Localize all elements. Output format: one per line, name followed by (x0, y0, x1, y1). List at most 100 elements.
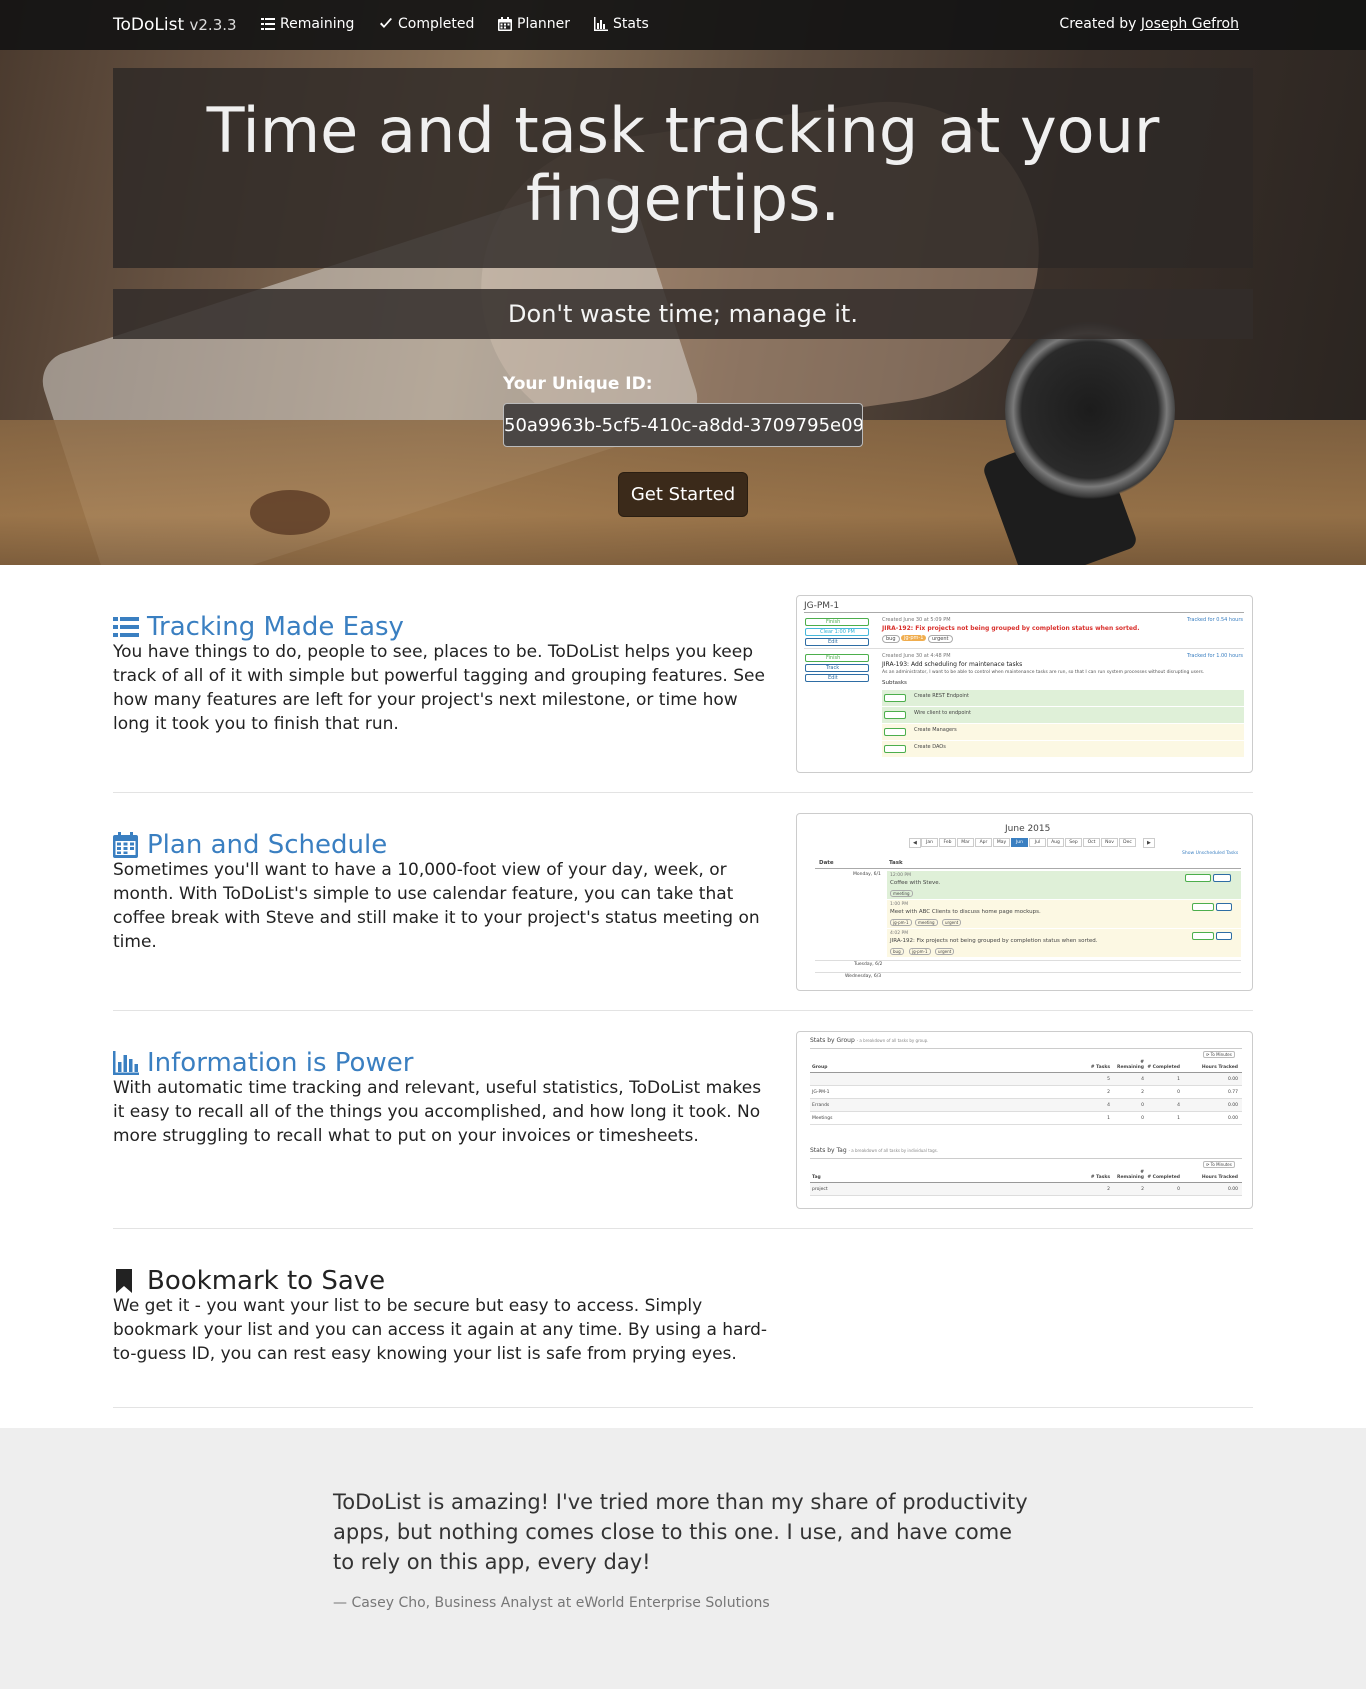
shot-day1: Monday, 6/1 (853, 872, 881, 877)
stats-cell: 5 (1107, 1077, 1110, 1082)
shot-entry-button (1216, 903, 1232, 911)
shot-subtask-row: Create Managers (882, 724, 1244, 740)
shot-entry: 12:00 PM Coffee with Steve. meeting (887, 871, 1241, 899)
shot-entry-tag: urgent (942, 919, 962, 926)
shot-month-apr: Apr (975, 838, 992, 847)
nav-completed[interactable]: Completed (379, 16, 474, 32)
shot-tag-stats-name: Stats by Tag (810, 1147, 847, 1154)
shot-show-unscheduled: Show Unscheduled Tasks (1182, 851, 1239, 856)
stats-cell: 0.77 (1227, 1090, 1238, 1095)
nav-stats[interactable]: Stats (594, 16, 649, 32)
stats-cell: Errands (812, 1103, 830, 1108)
shot-clear-button: Clear 1:00 PM (805, 628, 869, 636)
shot-task1-created: Created June 30 at 5:09 PM (882, 617, 951, 623)
shot-month-jul: Jul (1029, 838, 1046, 847)
shot-subtask-row: Create DAOs (882, 741, 1244, 757)
calendar-icon (498, 17, 512, 31)
shot-tag: urgent (928, 635, 953, 643)
stats-cell: 0.00 (1227, 1077, 1238, 1082)
shot-finish-button: Finish (805, 654, 869, 662)
shot-subtasks-label: Subtasks (882, 680, 907, 686)
shot-entry-tag: jg-pm-1 (909, 948, 931, 955)
shot-month-sep: Sep (1065, 838, 1082, 847)
shot-day-rule (815, 972, 1241, 973)
shot-month-jan: Jan (921, 838, 938, 847)
shot-track-label: Track (826, 665, 840, 671)
list-icon (113, 617, 139, 637)
shot-group-stats-title: Stats by Group - a breakdown of all task… (810, 1037, 928, 1044)
stats-header-cell: # Tasks (1090, 1065, 1110, 1070)
shot-finish-button: Finish (805, 618, 869, 626)
stats-header-row: Tag # Tasks # Remaining # Completed Hours Tr… (810, 1159, 1242, 1183)
nav-remaining[interactable]: Remaining (261, 16, 354, 32)
feature-planner: Plan and Schedule Sometimes you'll want … (113, 813, 1253, 991)
shot-tag: bug (882, 635, 900, 643)
stats-row: Meetings 1 0 1 0.00 (810, 1112, 1242, 1125)
stats-cell: 2 (1141, 1090, 1144, 1095)
hero-headline: Time and task tracking at your fingertip… (206, 94, 1160, 235)
shot-edit-button: Edit (805, 638, 869, 646)
feature-title: Tracking Made Easy (113, 612, 404, 642)
credit-prefix: Created by (1059, 16, 1141, 32)
section-divider (113, 1228, 1253, 1229)
brand-version: v2.3.3 (189, 16, 237, 34)
shot-undo-button (884, 711, 906, 719)
stats-cell: 0 (1177, 1090, 1180, 1095)
shot-entry-time: 1:00 PM (890, 902, 909, 907)
feature-body: We get it - you want your list to be sec… (113, 1296, 768, 1364)
shot-entry-title: Meet with ABC Clients to discuss home pa… (890, 909, 1041, 915)
shot-subtask-label: Create Managers (914, 727, 957, 733)
stats-cell: Meetings (812, 1116, 833, 1121)
nav-stats-label: Stats (613, 16, 649, 32)
nav-planner[interactable]: Planner (498, 16, 570, 32)
stats-header-cell: # Remaining (1117, 1170, 1144, 1180)
hero-background-knot (250, 490, 330, 535)
shot-entry-button (1185, 874, 1211, 882)
group-stats-table: ⟳ To Minutes Group # Tasks # Remaining # Com… (810, 1048, 1242, 1125)
hero-background-watch (1005, 320, 1175, 500)
shot-group-stats-sub: - a breakdown of all tasks by group. (856, 1038, 929, 1043)
calendar-icon (113, 832, 138, 858)
shot-group-stats-name: Stats by Group (810, 1037, 855, 1044)
shot-task2-tracked: Tracked for 1.00 hours (1187, 653, 1243, 659)
shot-subtask-label: Wire client to endpoint (914, 710, 971, 716)
shot-task2-title: JIRA-193: Add scheduling for maintenace … (882, 661, 1023, 668)
bar-chart-icon (594, 17, 608, 31)
shot-subtask-row: Wire client to endpoint (882, 707, 1244, 723)
unique-id-field[interactable] (503, 403, 863, 447)
shot-col-date: Date (819, 860, 834, 866)
shot-row-rule (804, 648, 1244, 649)
shot-month-aug: Aug (1047, 838, 1064, 847)
get-started-button[interactable]: Get Started (618, 472, 748, 517)
shot-entry-time: 4:02 PM (890, 931, 909, 936)
stats-cell: JG-PM-1 (812, 1090, 830, 1095)
feature-title-text: Bookmark to Save (147, 1266, 386, 1296)
shot-header-rule (815, 868, 1241, 869)
shot-task1-tracked: Tracked for 0.54 hours (1187, 617, 1243, 623)
stats-header-cell: Hours Tracked (1201, 1175, 1238, 1180)
shot-entry-tag: bug (890, 948, 904, 955)
author-link[interactable]: Joseph Gefroh (1141, 16, 1239, 32)
brand[interactable]: ToDoList v2.3.3 (113, 15, 237, 35)
feature-body: You have things to do, people to see, pl… (113, 642, 765, 734)
shot-tag-stats-title: Stats by Tag - a breakdown of all tasks … (810, 1147, 938, 1154)
shot-month-title: June 2015 (1005, 824, 1051, 834)
stats-cell: 0.00 (1227, 1116, 1238, 1121)
stats-cell: 4 (1141, 1077, 1144, 1082)
stats-cell: project (812, 1187, 828, 1192)
stats-screenshot: Stats by Group - a breakdown of all task… (796, 1031, 1253, 1209)
stats-cell: 1 (1177, 1077, 1180, 1082)
shot-day-rule (815, 960, 1241, 961)
stats-header-cell: Tag (812, 1175, 821, 1180)
shot-month-dec: Dec (1119, 838, 1136, 847)
shot-check-button (884, 745, 906, 753)
shot-tag: jg-pm-1 (901, 635, 927, 641)
stats-header-cell: # Remaining (1117, 1060, 1144, 1070)
shot-month-jun: Jun (1011, 838, 1028, 847)
feature-body: With automatic time tracking and relevan… (113, 1078, 762, 1146)
nav-completed-label: Completed (398, 16, 475, 32)
stats-row: Errands 4 0 4 0.00 (810, 1099, 1242, 1112)
check-icon (380, 18, 392, 28)
shot-entry: 4:02 PM JIRA-192: Fix projects not being… (887, 929, 1241, 957)
shot-undo-button (884, 694, 906, 702)
